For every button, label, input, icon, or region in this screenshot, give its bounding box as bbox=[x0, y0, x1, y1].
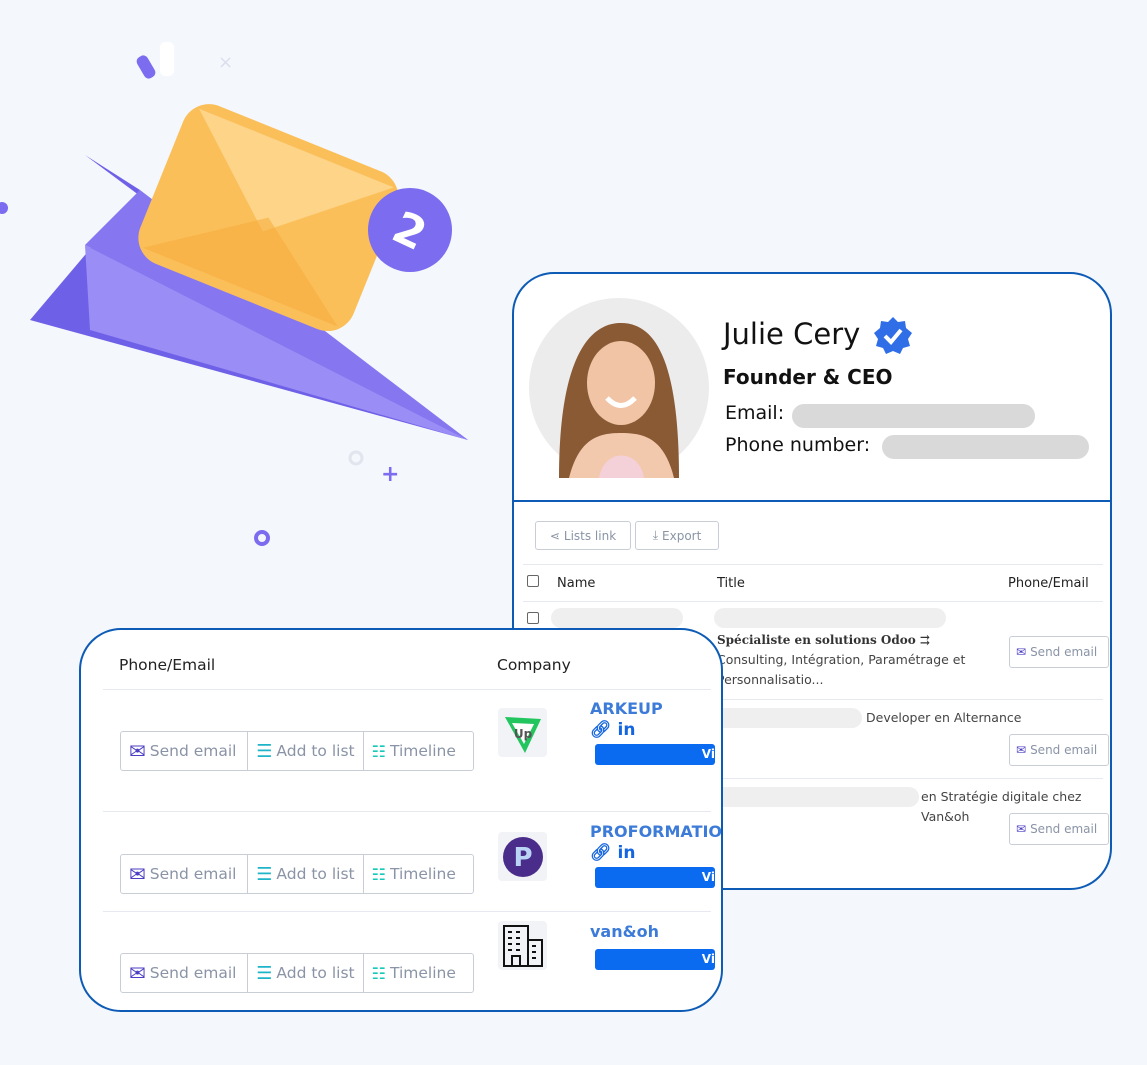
building-icon bbox=[498, 921, 547, 970]
company-links: 🔗︎ in bbox=[590, 843, 635, 863]
company-logo-arkeup: Up bbox=[498, 708, 547, 757]
divider bbox=[514, 500, 1110, 502]
row-checkbox[interactable] bbox=[527, 612, 539, 624]
company-name[interactable]: PROFORMATIO bbox=[590, 822, 721, 841]
svg-text:+: + bbox=[381, 462, 399, 487]
divider bbox=[103, 811, 711, 812]
link-icon[interactable]: 🔗︎ bbox=[590, 843, 612, 863]
timeline-icon: ☷ bbox=[371, 741, 386, 761]
table-row-title: Spécialiste en solutions Odoo ⇉ Consultin… bbox=[717, 633, 966, 687]
list-icon: ☰ bbox=[256, 863, 273, 885]
lists-link-button[interactable]: ⋖ Lists link bbox=[535, 521, 631, 550]
linkedin-link[interactable]: in bbox=[618, 843, 636, 863]
select-all-checkbox[interactable] bbox=[527, 575, 539, 587]
svg-text:P: P bbox=[513, 843, 532, 873]
divider bbox=[523, 601, 1103, 602]
divider bbox=[523, 564, 1103, 565]
list-icon: ☰ bbox=[256, 962, 273, 984]
profile-title: Founder & CEO bbox=[723, 365, 893, 389]
envelope-icon: ✉ bbox=[1016, 743, 1027, 757]
svg-text:Up: Up bbox=[513, 727, 532, 741]
email-label: Email: bbox=[725, 402, 785, 424]
column-header-company: Company bbox=[497, 656, 571, 674]
company-links: 🔗︎ in bbox=[590, 720, 635, 740]
envelope-icon: ✉ bbox=[1016, 645, 1027, 659]
verified-badge-icon bbox=[874, 317, 912, 354]
share-icon: ⋖ bbox=[549, 528, 560, 543]
profile-photo bbox=[529, 298, 709, 478]
envelope-icon: ✉ bbox=[129, 862, 146, 886]
timeline-button[interactable]: ☷ Timeline bbox=[364, 855, 473, 893]
view-button[interactable]: Vi bbox=[595, 867, 715, 888]
phone-redacted bbox=[882, 435, 1089, 459]
add-to-list-button[interactable]: ☰ Add to list bbox=[248, 855, 364, 893]
envelope-icon: ✉ bbox=[129, 739, 146, 763]
list-icon: ☰ bbox=[256, 740, 273, 762]
envelope-icon: ✉ bbox=[1016, 822, 1027, 836]
export-button[interactable]: ⤓ Export bbox=[635, 521, 719, 550]
name-redacted bbox=[551, 608, 683, 628]
add-to-list-button[interactable]: ☰ Add to list bbox=[248, 954, 364, 992]
action-button-group: ✉ Send email ☰ Add to list ☷ Timeline bbox=[120, 854, 474, 894]
download-icon: ⤓ bbox=[652, 528, 659, 542]
send-email-button[interactable]: ✉ Send email bbox=[121, 855, 249, 893]
column-header-title: Title bbox=[717, 576, 745, 591]
email-redacted bbox=[792, 404, 1035, 428]
paper-plane-envelope-illustration: 2 × + bbox=[0, 42, 468, 546]
company-table-card: Phone/Email Company ✉ Send email ☰ Add to … bbox=[79, 628, 723, 1012]
company-name[interactable]: ARKEUP bbox=[590, 699, 663, 718]
title-redacted bbox=[714, 708, 862, 728]
company-name[interactable]: van&oh bbox=[590, 922, 659, 941]
linkedin-link[interactable]: in bbox=[618, 720, 636, 740]
column-header-phone-email: Phone/Email bbox=[1008, 576, 1089, 591]
action-button-group: ✉ Send email ☰ Add to list ☷ Timeline bbox=[120, 731, 474, 771]
title-redacted bbox=[714, 787, 919, 807]
svg-text:×: × bbox=[218, 52, 233, 73]
view-button[interactable]: Vi bbox=[595, 949, 715, 970]
send-email-button[interactable]: ✉ Send email bbox=[1009, 636, 1109, 668]
column-header-name: Name bbox=[557, 576, 596, 591]
timeline-button[interactable]: ☷ Timeline bbox=[364, 732, 473, 770]
add-to-list-button[interactable]: ☰ Add to list bbox=[248, 732, 364, 770]
view-button[interactable]: Vi bbox=[595, 744, 715, 765]
timeline-icon: ☷ bbox=[371, 864, 386, 884]
timeline-button[interactable]: ☷ Timeline bbox=[364, 954, 473, 992]
link-icon[interactable]: 🔗︎ bbox=[590, 720, 612, 740]
envelope-icon: ✉ bbox=[129, 961, 146, 985]
action-button-group: ✉ Send email ☰ Add to list ☷ Timeline bbox=[120, 953, 474, 993]
send-email-button[interactable]: ✉ Send email bbox=[121, 954, 249, 992]
send-email-button[interactable]: ✉ Send email bbox=[121, 732, 249, 770]
send-email-button[interactable]: ✉ Send email bbox=[1009, 813, 1109, 845]
column-header-phone-email: Phone/Email bbox=[119, 656, 216, 674]
divider bbox=[103, 911, 711, 912]
timeline-icon: ☷ bbox=[371, 963, 386, 983]
phone-label: Phone number: bbox=[725, 434, 871, 456]
company-logo-proformatio: P bbox=[498, 832, 547, 881]
send-email-button[interactable]: ✉ Send email bbox=[1009, 734, 1109, 766]
profile-name: Julie Cery bbox=[723, 317, 861, 351]
table-row-title: Developer en Alternance bbox=[866, 710, 1022, 725]
title-redacted bbox=[714, 608, 946, 628]
divider bbox=[103, 689, 711, 690]
